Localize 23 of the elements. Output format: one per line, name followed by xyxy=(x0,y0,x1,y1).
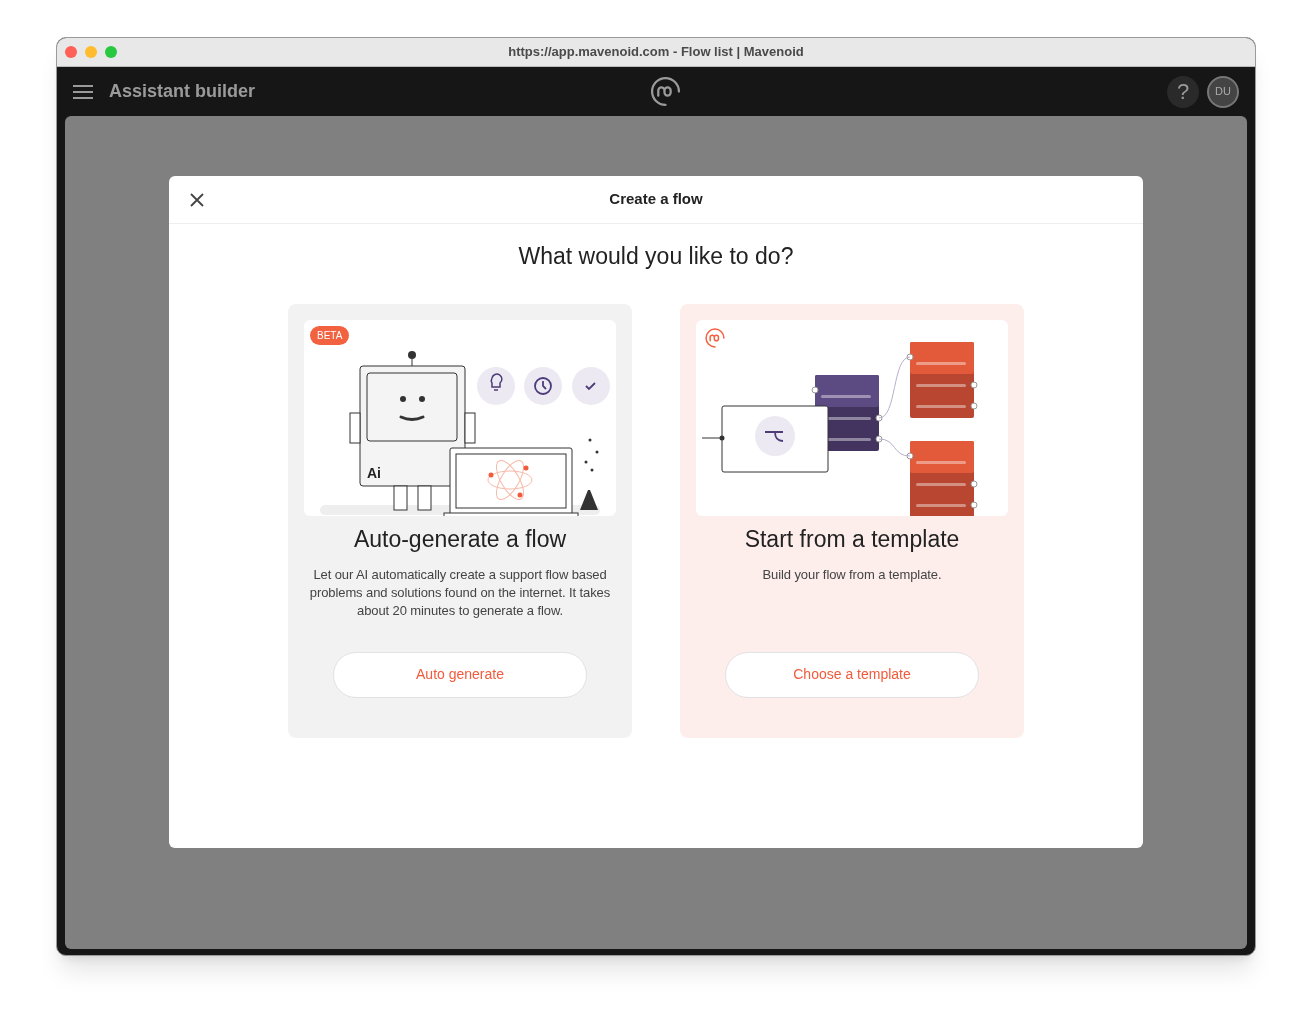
minimize-window-button[interactable] xyxy=(85,46,97,58)
app-logo xyxy=(649,75,682,108)
zoom-window-button[interactable] xyxy=(105,46,117,58)
help-button[interactable]: ? xyxy=(1167,75,1199,108)
option-card[interactable]: Ai BETA Auto-generate a flow Let our AI automatically create a support flow based problems and solutions found on the internet. It takes about 20 minutes to generate a flow. Auto generate xyxy=(288,303,632,738)
app-title: Assistant builder xyxy=(109,80,256,103)
option-description: Build your flow from a template. xyxy=(762,566,942,584)
window-title: https://app.mavenoid.com - Flow list | Mavenoid xyxy=(508,43,804,62)
user-avatar[interactable]: DU xyxy=(1207,75,1239,108)
robot-label: Ai xyxy=(367,464,381,481)
close-icon[interactable] xyxy=(189,191,205,208)
menu-icon[interactable] xyxy=(73,83,93,100)
logo-icon xyxy=(704,326,726,349)
modal-title: Create a flow xyxy=(609,189,703,210)
option-title: Start from a template xyxy=(744,524,960,554)
close-window-button[interactable] xyxy=(65,46,77,58)
beta-badge: BETA xyxy=(310,325,350,345)
option-button[interactable]: Auto generate xyxy=(333,651,587,698)
option-description: Let our AI automatically create a support flow based problems and solutions found on the internet. It takes about 20 minutes to generate a flow. xyxy=(308,566,612,620)
option-title: Auto-generate a flow xyxy=(353,524,567,554)
option-card[interactable]: Start from a template Build your flow from a template. Choose a template xyxy=(680,303,1024,738)
option-button[interactable]: Choose a template xyxy=(725,651,979,698)
modal-heading: What would you like to do? xyxy=(518,242,794,271)
